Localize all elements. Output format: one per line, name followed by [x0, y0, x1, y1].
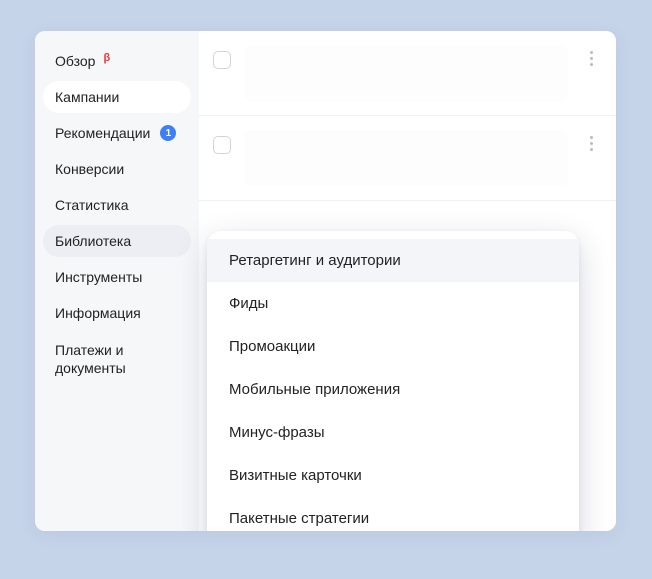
- beta-badge: β: [103, 52, 110, 64]
- sidebar-item-information[interactable]: Информация: [43, 297, 191, 329]
- sidebar-item-statistics[interactable]: Статистика: [43, 189, 191, 221]
- table-row: [199, 31, 616, 116]
- row-menu-icon[interactable]: [582, 51, 600, 66]
- sidebar-item-conversions[interactable]: Конверсии: [43, 153, 191, 185]
- dropdown-item-promo[interactable]: Промоакции: [207, 325, 579, 368]
- sidebar-item-library[interactable]: Библиотека: [43, 225, 191, 257]
- dropdown-item-feeds[interactable]: Фиды: [207, 282, 579, 325]
- table-row: [199, 116, 616, 201]
- sidebar-item-recommendations[interactable]: Рекомендации 1: [43, 117, 191, 149]
- sidebar-item-label: Информация: [55, 305, 141, 321]
- dropdown-item-negative-phrases[interactable]: Минус-фразы: [207, 411, 579, 454]
- row-checkbox[interactable]: [213, 136, 231, 154]
- dropdown-item-label: Фиды: [229, 295, 268, 312]
- sidebar-item-label: Кампании: [55, 89, 119, 105]
- sidebar-item-label: Статистика: [55, 197, 129, 213]
- sidebar-item-label: Конверсии: [55, 161, 124, 177]
- count-badge: 1: [160, 125, 176, 141]
- row-checkbox[interactable]: [213, 51, 231, 69]
- sidebar-item-tools[interactable]: Инструменты: [43, 261, 191, 293]
- dropdown-item-label: Мобильные приложения: [229, 381, 400, 398]
- sidebar-item-campaigns[interactable]: Кампании: [43, 81, 191, 113]
- sidebar-item-payments[interactable]: Платежи и документы: [43, 333, 191, 385]
- app-window: Обзор β Кампании Рекомендации 1 Конверси…: [35, 31, 616, 531]
- sidebar-item-label: Платежи и документы: [55, 341, 179, 377]
- dropdown-item-label: Ретаргетинг и аудитории: [229, 252, 401, 269]
- dropdown-item-mobile-apps[interactable]: Мобильные приложения: [207, 368, 579, 411]
- sidebar-item-label: Рекомендации: [55, 125, 150, 141]
- sidebar: Обзор β Кампании Рекомендации 1 Конверси…: [35, 31, 199, 531]
- dropdown-item-label: Промоакции: [229, 338, 315, 355]
- dropdown-item-batch-strategies[interactable]: Пакетные стратегии: [207, 497, 579, 531]
- sidebar-item-label: Инструменты: [55, 269, 142, 285]
- library-dropdown: Ретаргетинг и аудитории Фиды Промоакции …: [207, 231, 579, 531]
- dropdown-item-label: Минус-фразы: [229, 424, 325, 441]
- dropdown-item-label: Визитные карточки: [229, 467, 362, 484]
- sidebar-item-label: Обзор: [55, 53, 95, 69]
- dropdown-item-label: Пакетные стратегии: [229, 510, 369, 527]
- row-card[interactable]: [245, 130, 568, 186]
- row-card[interactable]: [245, 45, 568, 101]
- dropdown-item-retargeting[interactable]: Ретаргетинг и аудитории: [207, 239, 579, 282]
- sidebar-item-label: Библиотека: [55, 233, 131, 249]
- sidebar-item-overview[interactable]: Обзор β: [43, 45, 191, 77]
- dropdown-item-business-cards[interactable]: Визитные карточки: [207, 454, 579, 497]
- row-menu-icon[interactable]: [582, 136, 600, 151]
